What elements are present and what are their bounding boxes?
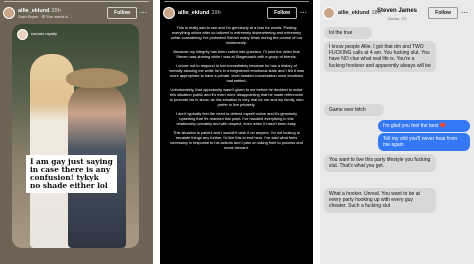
- message-bubble: Game over bitch: [324, 104, 384, 117]
- avatar[interactable]: [3, 7, 15, 19]
- message-bubble: I know people Allie. I got that dm and T…: [324, 41, 436, 72]
- caption-line: no shade either lol: [30, 181, 108, 190]
- middle-story-panel: allie_eklund 19h Follow ⋯ This is really …: [160, 0, 313, 264]
- story-caption: I am gay just saying in case there is an…: [26, 155, 117, 193]
- follow-button[interactable]: Follow: [107, 7, 137, 19]
- statement-paragraph: This situation is painful and I wouldn't…: [170, 129, 303, 150]
- message-bubble: What a hooker. Unreal. You want to be at…: [324, 188, 436, 213]
- avatar[interactable]: [163, 7, 175, 19]
- avatar[interactable]: [323, 7, 335, 19]
- left-story-panel: allie_eklund 20h Zach Bryan · Ⅲ She wants…: [0, 0, 153, 264]
- more-options-icon[interactable]: ⋯: [300, 9, 307, 17]
- message-bubble: I'm glad you feel the best ❤️: [378, 120, 470, 133]
- statement-paragraph: This is really sad to see and I'm genuin…: [170, 25, 303, 45]
- story-progress-bar: [164, 1, 309, 2]
- post-time: 18h: [371, 10, 381, 16]
- statement-paragraph: Unfortunately, that opportunity wasn't g…: [169, 86, 304, 107]
- story-progress-bar: [4, 1, 149, 2]
- post-time: 19h: [211, 10, 221, 16]
- story-header: allie_eklund 19h Follow ⋯: [163, 2, 310, 24]
- statement-text: This is really sad to see and I'm genuin…: [169, 25, 304, 155]
- message-bubble: Tell my shit you'll never hear from me a…: [378, 133, 470, 152]
- photo-avatar: [17, 29, 28, 40]
- cowboy-hat: [66, 68, 128, 88]
- message-bubble: You want to live this party lifestyle yo…: [324, 154, 436, 173]
- story-photo: rachael.rayalty: [12, 24, 139, 248]
- right-story-panel: Steven James Dallas, TX allie_eklund 18h …: [320, 0, 474, 264]
- message-bubble: lol the true: [324, 27, 372, 40]
- statement-paragraph: Because my integrity has been called int…: [173, 48, 300, 59]
- story-header: allie_eklund 18h Follow ⋯: [323, 2, 471, 24]
- story-header: allie_eklund 20h Zach Bryan · Ⅲ She wants…: [3, 2, 150, 24]
- username[interactable]: allie_eklund: [178, 10, 210, 16]
- more-options-icon[interactable]: ⋯: [461, 9, 468, 17]
- more-options-icon[interactable]: ⋯: [140, 9, 147, 17]
- music-subtitle[interactable]: Zach Bryan · Ⅲ She wants it ...: [18, 14, 107, 19]
- username[interactable]: allie_eklund: [338, 10, 370, 16]
- follow-button[interactable]: Follow: [428, 7, 458, 19]
- statement-paragraph: I don't typically feel the need to defen…: [175, 110, 298, 126]
- statement-paragraph: I chose not to respond to him immediatel…: [169, 63, 304, 83]
- follow-button[interactable]: Follow: [267, 7, 297, 19]
- photo-username: rachael.rayalty: [31, 31, 58, 36]
